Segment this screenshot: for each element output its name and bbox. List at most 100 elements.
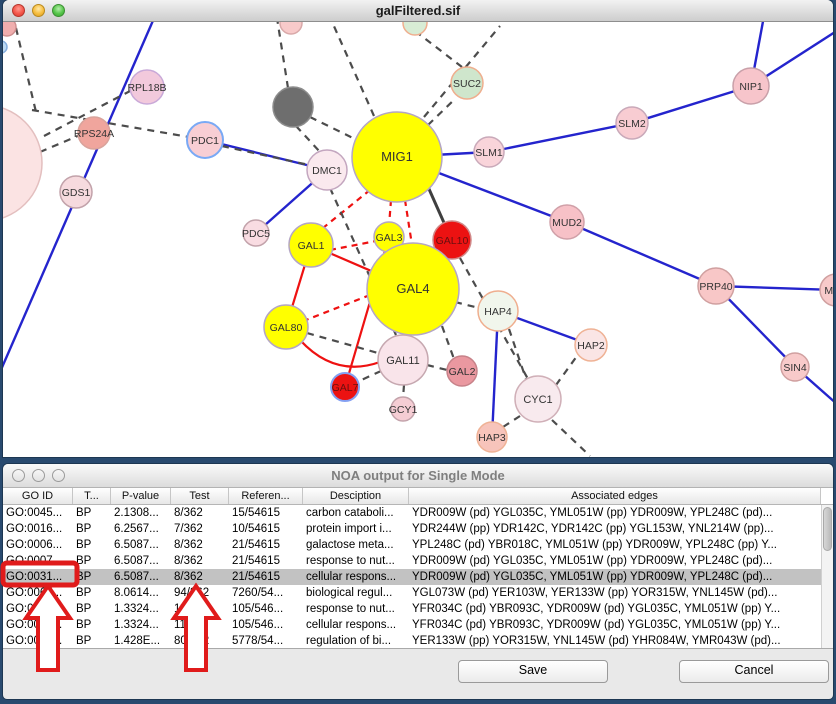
column-header-desciption[interactable]: Desciption — [303, 488, 409, 504]
node-slm2[interactable] — [616, 107, 648, 139]
column-header-go-id[interactable]: GO ID — [3, 488, 73, 504]
network-edge[interactable] — [357, 371, 381, 382]
network-edge[interactable] — [419, 34, 462, 67]
node-dmc1[interactable] — [307, 150, 347, 190]
table-row[interactable]: GO:0065...BP8.0614...94/3627260/54...bio… — [3, 585, 833, 601]
node-grey[interactable] — [273, 87, 313, 127]
table-row[interactable]: GO:0007...BP6.5087...8/36221/54615respon… — [3, 553, 833, 569]
cell: YFR034C (pd) YBR093C, YDR009W (pd) YGL03… — [409, 617, 821, 633]
node-pdc1[interactable] — [187, 122, 223, 158]
column-header-p-value[interactable]: P-value — [111, 488, 171, 504]
network-edge[interactable] — [330, 241, 376, 250]
node-mig1[interactable] — [352, 112, 442, 202]
column-header-t[interactable]: T... — [73, 488, 111, 504]
table-row[interactable]: GO:0006...BP6.5087...8/36221/54615galact… — [3, 537, 833, 553]
node-gcy1[interactable] — [391, 397, 415, 421]
cell: 105/546... — [229, 601, 303, 617]
network-edge[interactable] — [306, 295, 370, 320]
table-scrollbar[interactable] — [821, 505, 833, 648]
network-edge[interactable] — [556, 356, 577, 385]
network-edge[interactable] — [509, 329, 526, 379]
network-edge[interactable] — [310, 117, 357, 140]
network-edge[interactable] — [567, 222, 716, 286]
node-gal1[interactable] — [289, 223, 333, 267]
cell: 6.2567... — [111, 521, 171, 537]
network-window-titlebar[interactable]: galFiltered.sif — [3, 0, 833, 22]
table-body: GO:0045...BP2.1308...8/36215/54615carbon… — [3, 505, 833, 649]
node-slm1[interactable] — [474, 137, 504, 167]
cell: 21/54615 — [229, 553, 303, 569]
column-header-associated-edges[interactable]: Associated edges — [409, 488, 821, 504]
node-mud2[interactable] — [550, 205, 584, 239]
node-gal80[interactable] — [264, 305, 308, 349]
network-edge[interactable] — [403, 385, 404, 398]
cell: BP — [73, 505, 111, 521]
node-hap4[interactable] — [478, 291, 518, 331]
cell: GO:0065... — [3, 585, 73, 601]
node-gal2[interactable] — [447, 356, 477, 386]
column-header-referen[interactable]: Referen... — [229, 488, 303, 504]
cell: BP — [73, 601, 111, 617]
network-edge[interactable] — [40, 135, 80, 152]
scrollbar-thumb[interactable] — [823, 507, 832, 551]
noa-window-titlebar[interactable]: NOA output for Single Mode — [3, 464, 833, 488]
noa-window: NOA output for Single Mode GO IDT...P-va… — [3, 464, 833, 699]
node-rpl18b[interactable] — [130, 70, 164, 104]
node-big-left[interactable] — [3, 105, 42, 221]
network-edge[interactable] — [427, 365, 447, 370]
cell: GO:0050... — [3, 633, 73, 649]
network-edge[interactable] — [489, 123, 632, 152]
column-header-test[interactable]: Test — [171, 488, 229, 504]
table-row[interactable]: GO:0045...BP2.1308...8/36215/54615carbon… — [3, 505, 833, 521]
node-corner[interactable] — [3, 22, 16, 36]
node-gal4[interactable] — [367, 243, 459, 335]
table-row-selected[interactable]: GO:0031...BP6.5087...8/36221/54615cellul… — [3, 569, 833, 585]
network-edge[interactable] — [300, 340, 380, 367]
node-pink-top[interactable] — [280, 22, 302, 34]
node-hap2[interactable] — [575, 329, 607, 361]
save-button[interactable]: Save — [458, 660, 608, 683]
network-edge[interactable] — [333, 24, 374, 116]
node-cyc1[interactable] — [515, 376, 561, 422]
cell: 94/362 — [171, 585, 229, 601]
node-nip1[interactable] — [733, 68, 769, 104]
node-rps24a[interactable] — [78, 117, 110, 149]
network-canvas[interactable]: RPL18BRPS24AGDS1PDC1DMC1MIG1SUC2SLM1SLM2… — [3, 22, 833, 457]
node-hap3[interactable] — [477, 422, 507, 452]
table-row[interactable]: GO:0016...BP6.2567...7/36210/54615protei… — [3, 521, 833, 537]
cell: 2.1308... — [111, 505, 171, 521]
cell: YDR009W (pd) YGL035C, YML051W (pp) YDR00… — [409, 505, 821, 521]
node-suc2[interactable] — [451, 67, 483, 99]
network-edge[interactable] — [455, 302, 479, 308]
network-edge[interactable] — [405, 200, 412, 245]
network-edge[interactable] — [428, 98, 456, 125]
cell: YER133W (pp) YOR315W, YNL145W (pd) YHR08… — [409, 633, 821, 649]
cell: GO:0031... — [3, 569, 73, 585]
network-edge[interactable] — [503, 416, 520, 427]
cell: 80/362 — [171, 633, 229, 649]
cancel-button[interactable]: Cancel — [679, 660, 829, 683]
node-sin4[interactable] — [781, 353, 809, 381]
cell: 6.5087... — [111, 537, 171, 553]
table-row[interactable]: GO:0031...BP1.3324...11/362105/546...cel… — [3, 617, 833, 633]
table-row[interactable]: GO:0031...BP1.3324...11/362105/546...res… — [3, 601, 833, 617]
network-edge[interactable] — [552, 420, 590, 456]
network-edge[interactable] — [296, 126, 321, 153]
node-tiny-blue[interactable] — [3, 41, 7, 53]
node-gal11[interactable] — [378, 335, 428, 385]
cell: 6.5087... — [111, 553, 171, 569]
node-pdc5[interactable] — [243, 220, 269, 246]
node-green-top[interactable] — [403, 22, 427, 35]
node-msn[interactable] — [820, 274, 833, 306]
node-gds1[interactable] — [60, 176, 92, 208]
network-edge[interactable] — [16, 28, 36, 112]
network-edge[interactable] — [442, 326, 454, 359]
cell: biological regul... — [303, 585, 409, 601]
node-prp40[interactable] — [698, 268, 734, 304]
cell: cellular respons... — [303, 569, 409, 585]
network-edge[interactable] — [318, 190, 370, 232]
cell: 1.3324... — [111, 601, 171, 617]
table-row[interactable]: GO:0050...BP1.428E...80/3625778/54...reg… — [3, 633, 833, 649]
network-edge[interactable] — [307, 333, 378, 353]
node-gal7[interactable] — [331, 373, 359, 401]
